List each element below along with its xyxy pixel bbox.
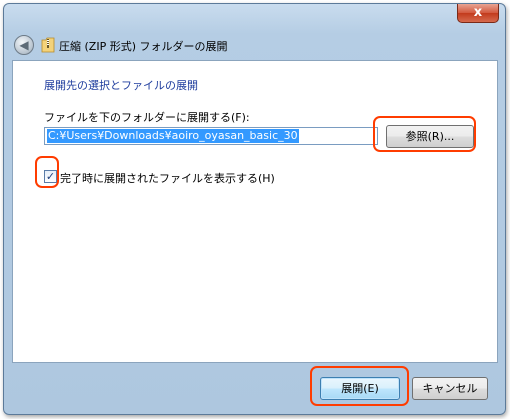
show-files-label: 完了時に展開されたファイルを表示する(H)	[60, 172, 275, 185]
dialog-footer: 展開(E) キャンセル	[4, 364, 505, 414]
destination-path-input[interactable]: C:¥Users¥Downloads¥aoiro_oyasan_basic_30	[44, 127, 378, 145]
content-panel: 展開先の選択とファイルの展開 ファイルを下のフォルダーに展開する(F): C:¥…	[12, 60, 498, 363]
cancel-button[interactable]: キャンセル	[412, 377, 488, 400]
close-button[interactable]: x	[457, 4, 499, 23]
title-bar: ◀ 圧縮 (ZIP 形式) フォルダーの展開	[4, 26, 505, 60]
zip-folder-icon	[41, 37, 55, 53]
show-files-checkbox[interactable]: ✓	[44, 170, 57, 183]
window-title: 圧縮 (ZIP 形式) フォルダーの展開	[59, 40, 228, 53]
destination-label: ファイルを下のフォルダーに展開する(F):	[44, 111, 250, 124]
section-heading: 展開先の選択とファイルの展開	[44, 79, 198, 92]
selected-path-text: C:¥Users¥Downloads¥aoiro_oyasan_basic_30	[47, 129, 299, 143]
dialog-window: x ◀ 圧縮 (ZIP 形式) フォルダーの展開 展開先の選択とファイルの展開 …	[3, 3, 506, 415]
browse-button[interactable]: 参照(R)...	[386, 125, 474, 148]
back-arrow-icon[interactable]: ◀	[14, 35, 34, 55]
extract-button[interactable]: 展開(E)	[320, 377, 400, 400]
